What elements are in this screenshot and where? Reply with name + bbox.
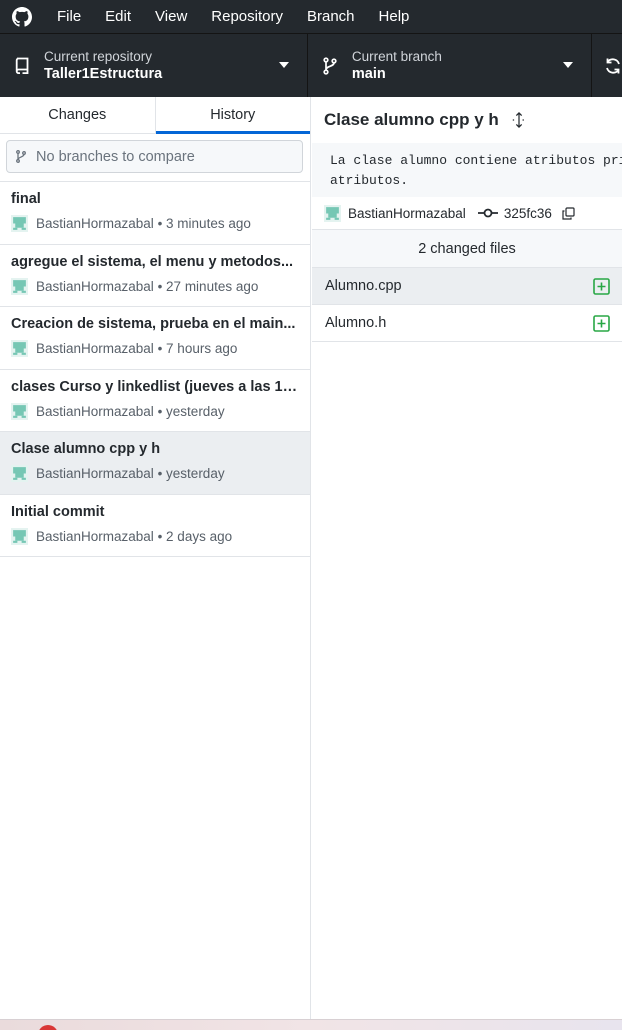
copy-icon[interactable]: [562, 206, 576, 220]
separator-dot: •: [153, 278, 167, 294]
separator-dot: •: [153, 216, 167, 231]
commit-row-time: yesterday: [166, 466, 225, 481]
branch-icon: [320, 56, 340, 76]
commit-row-title: Creacion de sistema, prueba en el main..…: [11, 316, 296, 332]
commit-row-meta: BastianHormazabal • 27 minutes ago: [11, 277, 299, 295]
menu-view[interactable]: View: [143, 0, 199, 33]
branch-name: main: [351, 65, 386, 82]
menu-help[interactable]: Help: [367, 0, 422, 33]
commit-row-meta: BastianHormazabal • 3 minutes ago: [11, 215, 299, 232]
repo-label: Current repository: [44, 48, 153, 64]
commit-row[interactable]: Clase alumno cpp y h BastianHormazabal • …: [0, 432, 310, 495]
branch-selector[interactable]: Current branch main: [308, 34, 592, 97]
tab-changes[interactable]: Changes: [0, 97, 156, 133]
file-added-icon: [593, 277, 610, 295]
avatar: [11, 527, 36, 545]
avatar: [11, 277, 36, 295]
compare-branch-area: No branches to compare: [0, 134, 310, 182]
commit-row-time: 2 days ago: [166, 528, 233, 544]
file-name: Alumno.h: [325, 315, 387, 331]
repo-icon: [12, 56, 32, 76]
commit-title: Clase alumno cpp y h: [324, 110, 499, 129]
menu-edit[interactable]: Edit: [93, 0, 143, 33]
file-name: Alumno.cpp: [325, 278, 402, 294]
commit-row-time: 7 hours ago: [166, 341, 238, 356]
expand-icon[interactable]: [511, 112, 527, 128]
avatar: [324, 204, 341, 222]
commit-row[interactable]: Creacion de sistema, prueba en el main..…: [0, 307, 310, 370]
branch-label: Current branch: [351, 48, 442, 64]
commit-row[interactable]: final BastianHormazabal • 3 minutes ago: [0, 182, 310, 245]
sync-icon: [604, 57, 622, 75]
file-row[interactable]: Alumno.h: [312, 305, 622, 342]
menu-repository[interactable]: Repository: [199, 0, 295, 33]
commit-list: final BastianHormazabal • 3 minutes ago ag…: [0, 182, 310, 557]
commit-row-author: BastianHormazabal: [36, 341, 154, 356]
commit-row-author: BastianHormazabal: [36, 528, 154, 544]
commit-row-author: BastianHormazabal: [36, 466, 154, 481]
commit-row[interactable]: clases Curso y linkedlist (jueves a las …: [0, 370, 310, 432]
commit-row-author: BastianHormazabal: [36, 278, 154, 294]
commit-row-title: final: [11, 191, 41, 207]
github-logo-icon: [12, 6, 32, 27]
commit-author: BastianHormazabal: [348, 205, 466, 221]
commit-description: La clase alumno contiene atributos priv …: [312, 143, 622, 197]
commit-metadata: BastianHormazabal 325fc36: [312, 197, 622, 230]
commit-row-meta: BastianHormazabal • yesterday: [11, 402, 299, 420]
commit-row-title: Clase alumno cpp y h: [11, 441, 161, 457]
app-icon: [38, 1025, 58, 1030]
git-commit-icon: [477, 207, 498, 219]
menu-bar: File Edit View Repository Branch Help: [0, 0, 622, 33]
separator-dot: •: [153, 528, 167, 544]
avatar: [11, 340, 36, 357]
commit-row-author: BastianHormazabal: [36, 216, 154, 231]
commit-description-line: atributos.: [330, 173, 409, 188]
separator-dot: •: [153, 341, 167, 356]
toolbar: Current repository Taller1Estructura Cur…: [0, 33, 622, 97]
commit-row-meta: BastianHormazabal • yesterday: [11, 465, 299, 482]
avatar: [11, 402, 36, 420]
commit-row-time: 27 minutes ago: [166, 278, 259, 294]
avatar: [11, 215, 36, 232]
menu-file[interactable]: File: [45, 0, 93, 33]
separator-dot: •: [153, 403, 167, 419]
repository-selector[interactable]: Current repository Taller1Estructura: [0, 34, 308, 97]
separator-dot: •: [153, 466, 167, 481]
changed-files-count: 2 changed files: [312, 230, 622, 268]
avatar: [11, 465, 36, 482]
commit-summary: Clase alumno cpp y h: [312, 97, 622, 143]
commit-description-line: La clase alumno contiene atributos priv: [330, 153, 622, 168]
fetch-origin-button[interactable]: [592, 34, 622, 97]
commit-row-time: yesterday: [166, 403, 225, 419]
chevron-down-icon: [278, 62, 289, 68]
commit-row-title: clases Curso y linkedlist (jueves a las …: [11, 378, 299, 395]
commit-row[interactable]: Initial commit BastianHormazabal • 2 days…: [0, 495, 310, 557]
commit-row-meta: BastianHormazabal • 2 days ago: [11, 527, 299, 545]
commit-row-time: 3 minutes ago: [166, 216, 251, 231]
commit-row[interactable]: agregue el sistema, el menu y metodos...…: [0, 245, 310, 307]
commit-row-meta: BastianHormazabal • 7 hours ago: [11, 340, 299, 357]
taskbar: [0, 1019, 622, 1030]
repo-name: Taller1Estructura: [44, 65, 163, 82]
compare-placeholder: No branches to compare: [36, 148, 195, 165]
commit-detail-panel: Clase alumno cpp y h La clase alumno con…: [312, 97, 622, 1019]
commit-row-author: BastianHormazabal: [36, 403, 154, 419]
file-row[interactable]: Alumno.cpp: [312, 268, 622, 305]
chevron-down-icon: [563, 62, 573, 68]
commit-row-title: Initial commit: [11, 503, 105, 520]
tab-history[interactable]: History: [155, 97, 311, 134]
commit-row-title: agregue el sistema, el menu y metodos...: [11, 253, 294, 270]
branch-icon: [16, 150, 30, 164]
commit-sha: 325fc36: [503, 205, 552, 221]
compare-branch-input[interactable]: No branches to compare: [6, 140, 303, 173]
menu-branch[interactable]: Branch: [295, 0, 367, 33]
tab-bar: Changes History: [0, 97, 310, 134]
file-added-icon: [593, 314, 610, 332]
history-sidebar: Changes History No branches to compare f…: [0, 97, 311, 1019]
